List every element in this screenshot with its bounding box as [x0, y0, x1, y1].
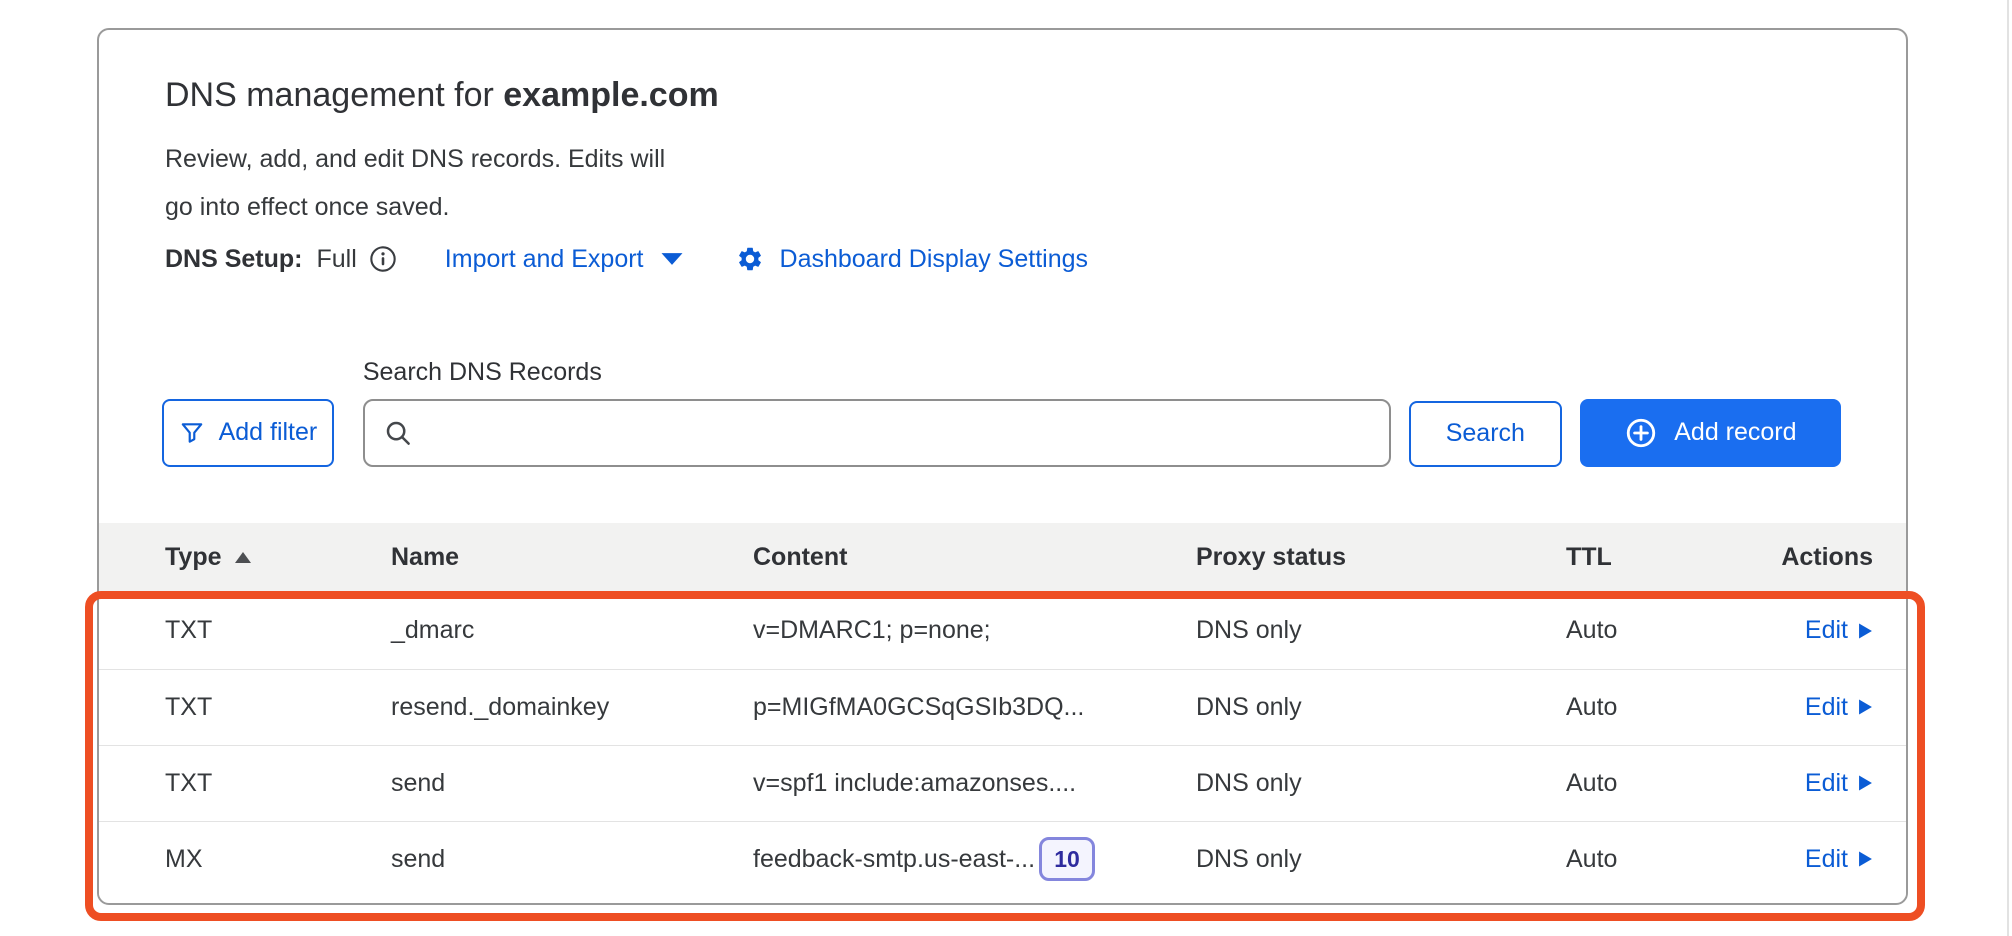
dns-records-table: Type Name Content Proxy status TTL Actio… [99, 523, 1906, 897]
record-ttl: Auto [1566, 693, 1746, 722]
import-export-link[interactable]: Import and Export [445, 245, 684, 274]
record-content: v=DMARC1; p=none; [753, 616, 991, 645]
column-header-actions: Actions [1746, 543, 1873, 572]
search-field-group: Search DNS Records [363, 358, 1391, 467]
column-header-name[interactable]: Name [391, 543, 753, 572]
add-filter-label: Add filter [219, 418, 318, 447]
mx-priority-badge: 10 [1039, 837, 1095, 881]
record-ttl: Auto [1566, 616, 1746, 645]
dns-management-page: DNS management for example.com Review, a… [0, 0, 2012, 936]
table-row: TXT _dmarc v=DMARC1; p=none; DNS only Au… [99, 593, 1906, 669]
triangle-right-icon [1858, 698, 1873, 716]
search-button[interactable]: Search [1409, 401, 1562, 467]
gear-icon [736, 245, 764, 273]
record-type: MX [165, 845, 391, 874]
page-subtitle: Review, add, and edit DNS records. Edits… [165, 135, 685, 231]
search-button-label: Search [1446, 419, 1525, 448]
page-title-prefix: DNS management for [165, 76, 503, 114]
record-ttl: Auto [1566, 845, 1746, 874]
search-input[interactable] [363, 399, 1391, 467]
import-export-label: Import and Export [445, 245, 644, 274]
plus-circle-icon [1624, 416, 1658, 450]
chevron-down-icon [660, 252, 684, 266]
add-record-label: Add record [1674, 418, 1796, 447]
dns-management-card: DNS management for example.com Review, a… [97, 28, 1908, 905]
column-header-proxy-status[interactable]: Proxy status [1196, 543, 1566, 572]
record-name: send [391, 769, 753, 798]
record-ttl: Auto [1566, 769, 1746, 798]
column-header-ttl[interactable]: TTL [1566, 543, 1746, 572]
dns-setup-row: DNS Setup: Full Import and Export Dashbo… [165, 245, 1840, 274]
page-title: DNS management for example.com [165, 74, 1840, 117]
record-content: v=spf1 include:amazonses.... [753, 769, 1076, 798]
edit-record-button[interactable]: Edit [1805, 693, 1873, 722]
edit-record-button[interactable]: Edit [1805, 845, 1873, 874]
search-label: Search DNS Records [363, 358, 1391, 387]
dns-setup-label: DNS Setup: [165, 245, 303, 274]
table-row: MX send feedback-smtp.us-east-... 10 DNS… [99, 821, 1906, 897]
record-type: TXT [165, 693, 391, 722]
edit-record-button[interactable]: Edit [1805, 769, 1873, 798]
filter-funnel-icon [179, 420, 205, 446]
edit-record-button[interactable]: Edit [1805, 616, 1873, 645]
sort-ascending-icon [234, 551, 252, 564]
column-header-type[interactable]: Type [165, 543, 391, 572]
search-toolbar: Add filter Search DNS Records Search A [162, 358, 1841, 467]
record-name: send [391, 845, 753, 874]
triangle-right-icon [1858, 850, 1873, 868]
record-proxy-status: DNS only [1196, 616, 1566, 645]
triangle-right-icon [1858, 622, 1873, 640]
dashboard-display-settings-link[interactable]: Dashboard Display Settings [736, 245, 1089, 274]
record-content: feedback-smtp.us-east-... [753, 845, 1035, 874]
record-proxy-status: DNS only [1196, 769, 1566, 798]
triangle-right-icon [1858, 774, 1873, 792]
record-content: p=MIGfMA0GCSqGSIb3DQ... [753, 693, 1084, 722]
page-title-domain: example.com [503, 76, 718, 114]
table-header-row: Type Name Content Proxy status TTL Actio… [99, 523, 1906, 593]
page-right-divider [2007, 0, 2009, 936]
record-name: _dmarc [391, 616, 753, 645]
record-name: resend._domainkey [391, 693, 753, 722]
dns-setup-value: Full [317, 245, 357, 274]
add-filter-button[interactable]: Add filter [162, 399, 334, 467]
info-icon[interactable] [369, 245, 397, 273]
column-header-content[interactable]: Content [753, 543, 1196, 572]
record-type: TXT [165, 616, 391, 645]
search-box [363, 399, 1391, 467]
record-type: TXT [165, 769, 391, 798]
record-proxy-status: DNS only [1196, 693, 1566, 722]
record-proxy-status: DNS only [1196, 845, 1566, 874]
table-row: TXT resend._domainkey p=MIGfMA0GCSqGSIb3… [99, 669, 1906, 745]
dashboard-display-settings-label: Dashboard Display Settings [780, 245, 1089, 274]
add-record-button[interactable]: Add record [1580, 399, 1841, 467]
table-row: TXT send v=spf1 include:amazonses.... DN… [99, 745, 1906, 821]
